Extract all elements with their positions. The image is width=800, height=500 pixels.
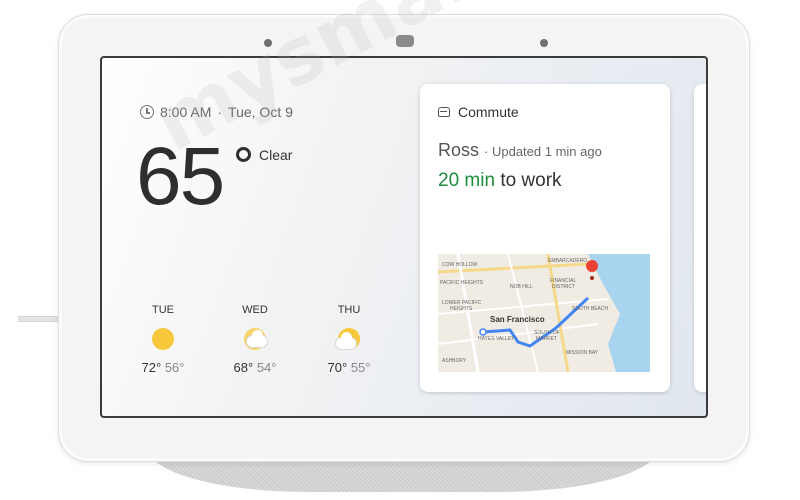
time-text: 8:00 AM	[160, 104, 212, 120]
forecast-day-label: WED	[242, 304, 268, 316]
degree-symbol	[236, 147, 251, 162]
map-label-ashbury: ASHBURY	[442, 358, 467, 364]
ambient-sensor	[264, 39, 272, 47]
commute-map[interactable]: COW HOLLOW EMBARCADERO PACIFIC HEIGHTS N…	[438, 254, 650, 372]
microphone-hole	[540, 39, 548, 47]
commute-card[interactable]: Commute Ross · Updated 1 min ago 20 min …	[420, 84, 670, 392]
map-svg: COW HOLLOW EMBARCADERO PACIFIC HEIGHTS N…	[438, 254, 650, 372]
forecast-day-2[interactable]: WED 68° 54°	[220, 304, 290, 375]
map-label-pacific-heights: PACIFIC HEIGHTS	[440, 280, 484, 286]
sun-icon	[150, 326, 176, 352]
eta-duration: 20 min	[438, 170, 496, 191]
partly-cloudy-icon	[336, 326, 362, 352]
partly-cloudy-icon	[242, 326, 268, 352]
map-label-san-francisco: San Francisco	[490, 315, 545, 324]
alarm-clock-icon	[140, 105, 154, 119]
commute-eta: 20 min to work	[438, 170, 562, 192]
route-start-marker	[479, 328, 487, 336]
forecast-low: 56°	[164, 360, 185, 375]
forecast-low: 55°	[350, 360, 371, 375]
current-temperature: 65	[136, 131, 225, 222]
forecast-high: 70°	[327, 360, 348, 375]
map-label-hayes-valley: HAYES VALLEY	[478, 336, 515, 342]
separator: ·	[217, 104, 223, 120]
map-label-heights: HEIGHTS	[450, 306, 473, 312]
map-label-south-beach: SOUTH BEACH	[572, 306, 609, 312]
forecast-high: 68°	[233, 360, 254, 375]
forecast-low: 54°	[256, 360, 277, 375]
forecast-day-label: TUE	[152, 304, 174, 316]
eta-suffix: to work	[500, 170, 562, 191]
forecast-day-label: THU	[337, 304, 361, 316]
map-label-market: MARKET	[536, 336, 557, 342]
map-label-nob-hill: NOB HILL	[510, 284, 533, 290]
forecast-high: 72°	[141, 360, 162, 375]
forecast-day-1[interactable]: TUE 72° 56°	[128, 304, 198, 375]
date-text: Tue, Oct 9	[228, 104, 293, 120]
commute-route-line: Ross · Updated 1 min ago	[438, 140, 602, 161]
time-date-row: 8:00 AM · Tue, Oct 9	[140, 104, 293, 120]
commute-title: Commute	[458, 104, 519, 120]
next-card-peek[interactable]	[694, 84, 706, 392]
forecast-day-3[interactable]: THU 70° 55°	[314, 304, 384, 375]
map-label-cow-hollow: COW HOLLOW	[442, 262, 478, 268]
map-label-embarcadero: EMBARCADERO	[548, 258, 587, 264]
commute-header: Commute	[438, 104, 519, 120]
camera-sensor	[396, 35, 414, 47]
updated-text: · Updated 1 min ago	[484, 144, 602, 159]
weather-condition: Clear	[259, 147, 293, 163]
car-icon	[438, 107, 450, 117]
pin-center	[590, 276, 594, 280]
commuter-name: Ross	[438, 140, 480, 160]
forecast-temps: 68° 54°	[220, 360, 290, 375]
destination-pin	[586, 260, 599, 272]
map-label-district: DISTRICT	[552, 284, 575, 290]
map-label-mission-bay: MISSION BAY	[566, 350, 599, 356]
forecast-temps: 70° 55°	[314, 360, 384, 375]
display-screen: 8:00 AM · Tue, Oct 9 65 Clear TUE 72° 56…	[100, 56, 708, 418]
forecast-temps: 72° 56°	[128, 360, 198, 375]
